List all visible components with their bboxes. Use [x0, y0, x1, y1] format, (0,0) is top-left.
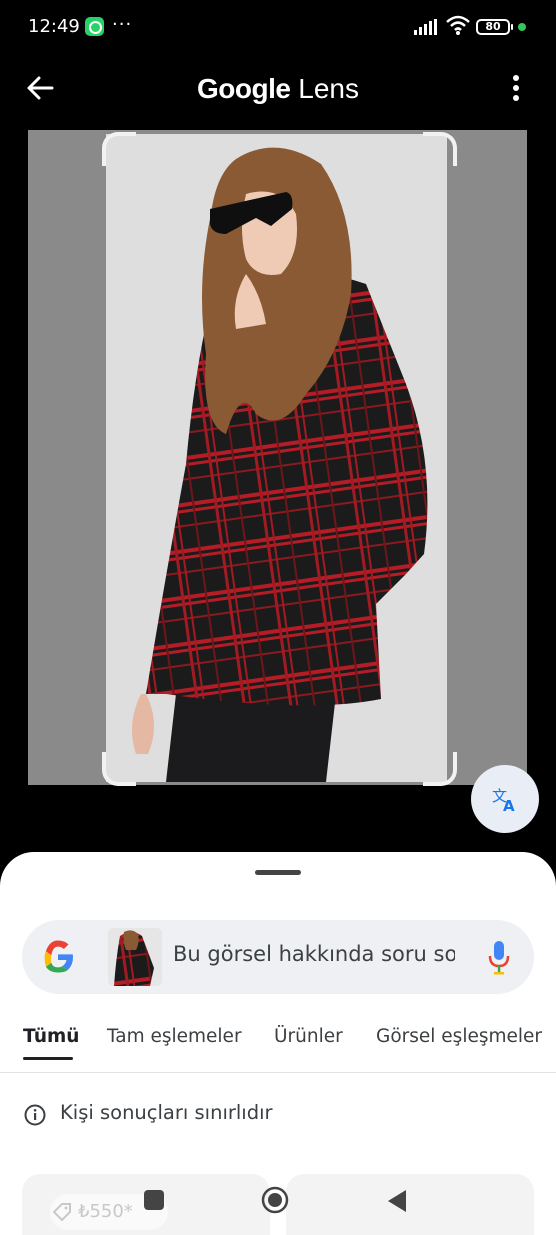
search-input[interactable]: Bu görsel hakkında soru sor [173, 942, 455, 966]
result-card[interactable] [286, 1174, 534, 1235]
signal-icon [414, 19, 438, 35]
photo-person-in-plaid-shirt [132, 147, 428, 782]
result-tabs: Tümü Tam eşlemeler Ürünler Görsel eşleşm… [0, 1022, 556, 1072]
app-title-lens: Lens [298, 73, 359, 104]
back-nav-button[interactable] [386, 1188, 408, 1214]
app-title: Google Lens [0, 70, 556, 108]
tab-all[interactable]: Tümü [23, 1026, 79, 1047]
more-notifications-icon: ··· [112, 14, 133, 35]
crop-corner-bottom-left[interactable] [102, 752, 136, 786]
app-title-google: Google [197, 73, 291, 104]
translate-button[interactable]: 文 A [471, 765, 539, 833]
search-bar[interactable]: Bu görsel hakkında soru sor [22, 920, 534, 994]
battery-icon: 80 [476, 19, 513, 35]
results-bottom-sheet[interactable]: Bu görsel hakkında soru sor Tümü Tam eşl… [0, 852, 556, 1235]
status-time: 12:49 [28, 16, 80, 37]
tabs-divider [0, 1072, 556, 1073]
query-image-thumbnail[interactable] [108, 928, 162, 986]
translate-icon: 文 A [492, 787, 515, 814]
recents-nav-button[interactable] [144, 1190, 164, 1210]
privacy-indicator-dot [518, 23, 526, 31]
whatsapp-icon [85, 17, 104, 36]
tab-exact-matches[interactable]: Tam eşlemeler [107, 1026, 242, 1047]
drag-handle[interactable] [255, 870, 301, 875]
people-results-notice: Kişi sonuçları sınırlıdır [60, 1101, 273, 1124]
selection-region [106, 134, 447, 782]
tab-visual-matches[interactable]: Görsel eşleşmeler [376, 1026, 542, 1047]
mic-icon[interactable] [488, 939, 510, 975]
google-g-icon [44, 940, 73, 973]
wifi-icon [446, 15, 470, 35]
lens-image-preview[interactable] [28, 130, 527, 785]
crop-corner-top-left[interactable] [102, 132, 136, 166]
status-bar: 12:49 ··· 80 [0, 0, 556, 56]
more-vert-icon[interactable] [500, 70, 532, 106]
crop-corner-bottom-right[interactable] [423, 752, 457, 786]
tab-products[interactable]: Ürünler [274, 1026, 343, 1047]
price-label: ₺550* [78, 1201, 133, 1222]
price-tag-icon [52, 1203, 71, 1222]
info-icon [24, 1104, 46, 1126]
home-nav-button[interactable] [261, 1186, 289, 1214]
active-tab-indicator [23, 1057, 73, 1060]
svg-text:A: A [503, 797, 515, 814]
crop-corner-top-right[interactable] [423, 132, 457, 166]
